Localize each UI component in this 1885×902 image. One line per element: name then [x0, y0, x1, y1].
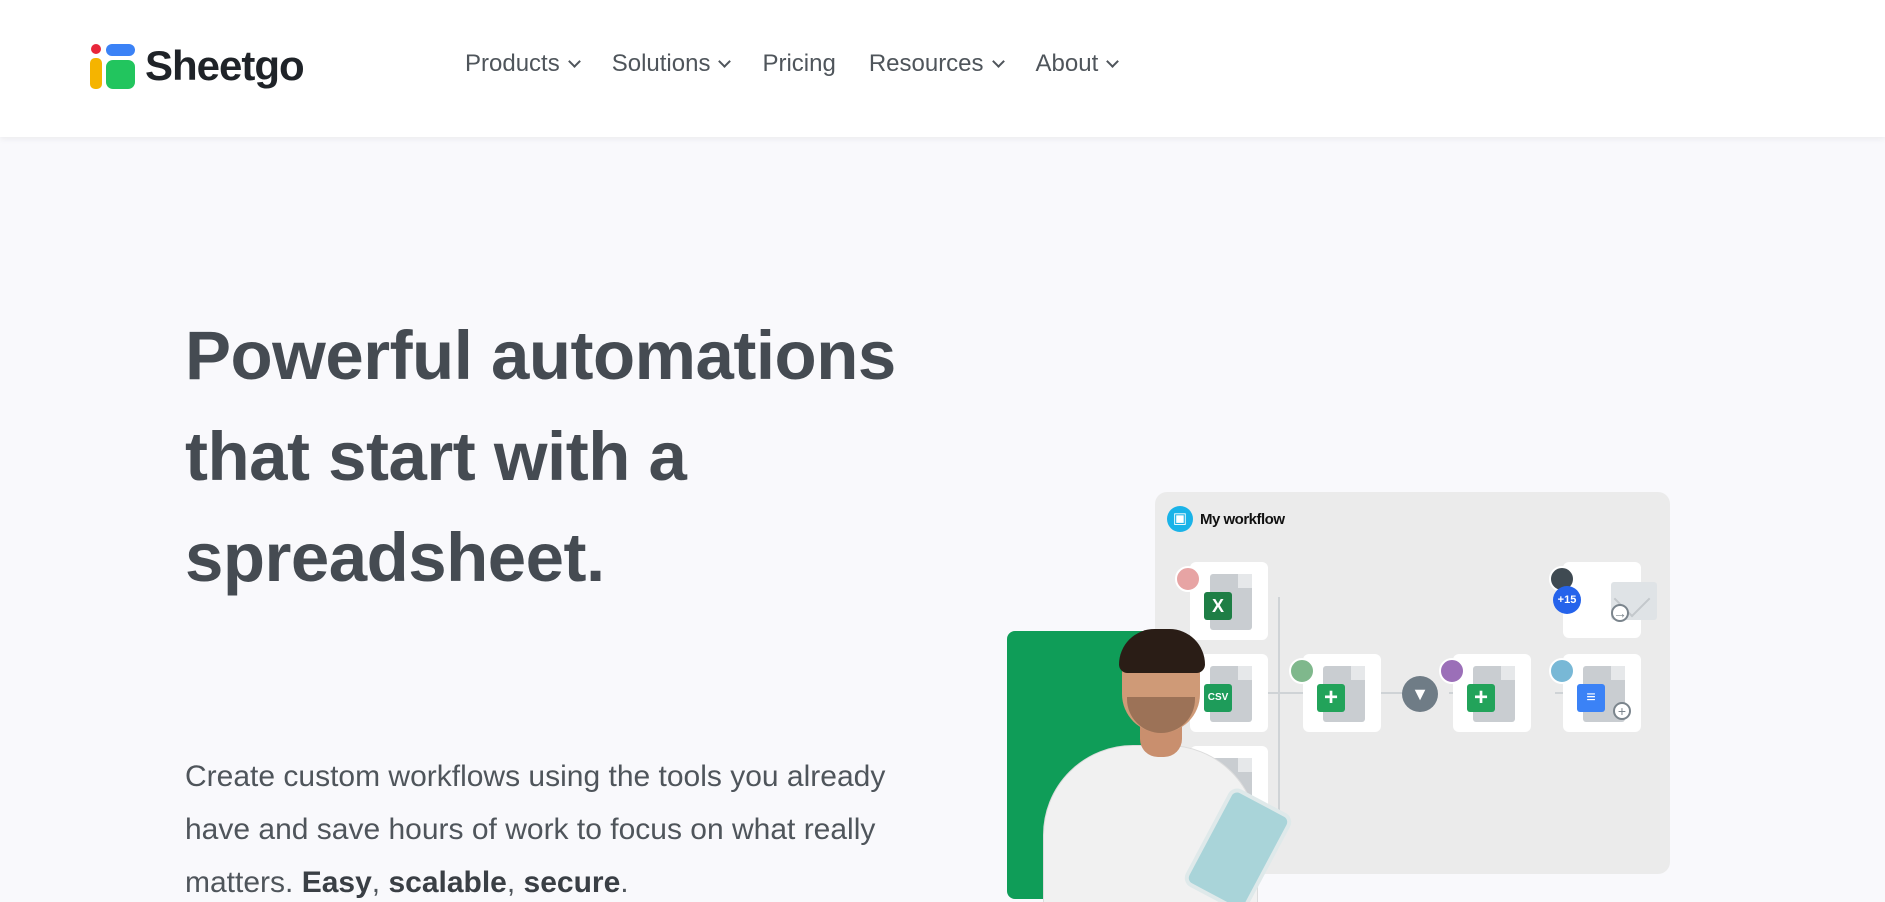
- add-circle-icon: +: [1613, 702, 1631, 720]
- google-docs-icon: ≡: [1577, 684, 1605, 712]
- google-sheets-icon: +: [1467, 684, 1495, 712]
- google-sheets-icon: +: [1317, 684, 1345, 712]
- nav-products-label: Products: [465, 50, 560, 77]
- hero-subtext-secure: secure: [523, 866, 621, 899]
- nav-solutions-label: Solutions: [611, 50, 711, 77]
- nav-solutions[interactable]: Solutions: [611, 50, 732, 78]
- nav-resources[interactable]: Resources: [868, 50, 1005, 78]
- sheets-node: +: [1303, 654, 1381, 732]
- chevron-down-icon: [718, 54, 732, 68]
- hero-illustration: ▣ My workflow X CSV + ▼ + ≡ + → +15: [1005, 490, 1885, 902]
- nav-resources-label: Resources: [868, 50, 984, 77]
- workflow-header: ▣ My workflow: [1167, 506, 1285, 532]
- nav-pricing-label: Pricing: [762, 50, 836, 77]
- hero-subtext-sep: ,: [506, 866, 524, 899]
- person-holding-tablet: [1035, 615, 1295, 902]
- nav-about[interactable]: About: [1035, 50, 1120, 78]
- chevron-down-icon: [1106, 54, 1120, 68]
- sheets-node: +: [1453, 654, 1531, 732]
- nav-products[interactable]: Products: [465, 50, 581, 78]
- avatar: [1439, 658, 1465, 684]
- hero-subtext-period: .: [620, 866, 629, 899]
- arrow-circle-icon: →: [1611, 604, 1629, 622]
- toolbox-icon: ▣: [1167, 506, 1193, 532]
- person-beard: [1127, 697, 1195, 733]
- hero-subtext: Create custom workflows using the tools …: [185, 750, 915, 902]
- main-nav: Products Solutions Pricing Resources Abo…: [465, 50, 1150, 78]
- site-header: Sheetgo Products Solutions Pricing Resou…: [0, 0, 1885, 137]
- nav-about-label: About: [1035, 50, 1099, 77]
- workflow-title: My workflow: [1200, 510, 1285, 528]
- hero-headline: Powerful automations that start with a s…: [185, 317, 896, 596]
- filter-icon: ▼: [1402, 676, 1438, 712]
- collaborators-count-badge: +15: [1553, 586, 1581, 614]
- logo-wordmark: Sheetgo: [145, 42, 305, 89]
- docs-node: ≡ +: [1563, 654, 1641, 732]
- hero-subtext-scalable: scalable: [388, 866, 507, 899]
- person-hair: [1119, 629, 1205, 673]
- hero-subtext-sep: ,: [371, 866, 389, 899]
- nav-pricing[interactable]: Pricing: [762, 50, 835, 78]
- sheetgo-logo[interactable]: Sheetgo: [89, 42, 305, 90]
- avatar: [1175, 566, 1201, 592]
- hero-subtext-easy: Easy: [301, 866, 372, 899]
- sheetgo-logo-icon: [89, 42, 137, 90]
- chevron-down-icon: [567, 54, 581, 68]
- chevron-down-icon: [991, 54, 1005, 68]
- avatar: [1549, 658, 1575, 684]
